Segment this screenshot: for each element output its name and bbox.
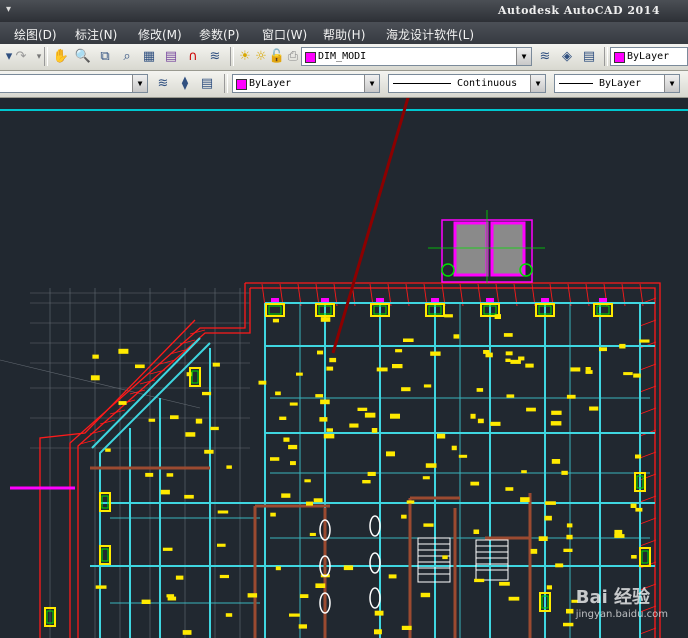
- chevron-down-icon[interactable]: ▼: [530, 75, 545, 92]
- lineweight-sample: [559, 83, 593, 84]
- zoom-window-icon[interactable]: ⧉: [96, 48, 114, 66]
- chevron-down-icon[interactable]: ▼: [132, 75, 147, 92]
- menu-help[interactable]: 帮助(H): [323, 26, 365, 43]
- chevron-down-icon[interactable]: ▼: [664, 75, 679, 92]
- toolbar-separator: [44, 47, 48, 66]
- menu-hailong-software[interactable]: 海龙设计软件(L): [386, 26, 474, 43]
- color-swatch: [614, 52, 625, 63]
- menu-parametric[interactable]: 参数(P): [199, 26, 240, 43]
- menu-modify[interactable]: 修改(M): [138, 26, 182, 43]
- canvas-background: [0, 98, 688, 638]
- linetype-sample: [393, 83, 451, 84]
- quick-access-dropdown-icon[interactable]: ▾: [6, 4, 11, 15]
- layer-walk-icon[interactable]: ≋: [154, 75, 172, 93]
- watermark-url: jingyan.baidu.com: [575, 609, 668, 620]
- app-title: Autodesk AutoCAD 2014: [497, 4, 660, 17]
- menu-window[interactable]: 窗口(W): [262, 26, 307, 43]
- toolbar-standard-layers: ▾ ↷ ▾ ✋ 🔍 ⧉ ⌕ ▦ ▤ ∩ ≋ ☀ ☼ 🔓 ⎙ DIM_MODI ▼…: [0, 44, 688, 71]
- color-select[interactable]: ByLayer ▼: [232, 74, 380, 93]
- layer-previous-icon[interactable]: ◈: [558, 48, 576, 66]
- make-layer-current-icon[interactable]: ≋: [536, 48, 554, 66]
- lineweight-select[interactable]: ByLayer ▼: [554, 74, 680, 93]
- drawing-canvas[interactable]: [0, 98, 688, 638]
- chevron-down-icon[interactable]: ▼: [364, 75, 379, 92]
- linetype-select[interactable]: Continuous ▼: [388, 74, 546, 93]
- chevron-down-icon[interactable]: ▼: [516, 48, 531, 65]
- color-swatch: [236, 79, 247, 90]
- color-select-top[interactable]: ByLayer: [610, 47, 688, 66]
- linetype-select-value: Continuous: [457, 78, 518, 89]
- style-select[interactable]: ▼: [0, 74, 148, 93]
- layer-manager-icon[interactable]: ▤: [580, 48, 598, 66]
- menu-draw[interactable]: 绘图(D): [14, 26, 57, 43]
- layer-select-value: DIM_MODI: [318, 51, 367, 62]
- watermark-brand: Bai 经验: [575, 587, 651, 608]
- watermark: Bai 经验 jingyan.baidu.com: [576, 583, 668, 620]
- layer-isolate-icon[interactable]: ⧫: [176, 75, 194, 93]
- redo-icon[interactable]: ↷: [12, 48, 30, 66]
- layer-color-swatch: [305, 52, 316, 63]
- title-bar: ▾ Autodesk AutoCAD 2014: [0, 0, 688, 22]
- color-select-value: ByLayer: [249, 78, 292, 89]
- toolbar-separator: [604, 47, 608, 66]
- zoom-realtime-icon[interactable]: 🔍: [74, 48, 92, 66]
- toolbar-separator: [224, 74, 228, 93]
- properties-icon[interactable]: ▦: [140, 48, 158, 66]
- layer-plot-icon[interactable]: ⎙: [284, 48, 302, 66]
- toolbar-separator: [230, 47, 234, 66]
- menu-bar: 绘图(D) 标注(N) 修改(M) 参数(P) 窗口(W) 帮助(H) 海龙设计…: [0, 22, 688, 44]
- zoom-previous-icon[interactable]: ⌕: [118, 48, 136, 66]
- design-center-icon[interactable]: ▤: [162, 48, 180, 66]
- layer-select[interactable]: DIM_MODI ▼: [301, 47, 532, 66]
- pan-icon[interactable]: ✋: [52, 48, 70, 66]
- menu-dimension[interactable]: 标注(N): [75, 26, 117, 43]
- layer-states-icon[interactable]: ≋: [206, 48, 224, 66]
- match-properties-icon[interactable]: ∩: [184, 48, 202, 66]
- color-select-top-value: ByLayer: [627, 51, 670, 62]
- toolbar-properties: ▼ ≋ ⧫ ▤ ByLayer ▼ Continuous ▼ ByLayer ▼: [0, 71, 688, 98]
- layer-unisolate-icon[interactable]: ▤: [198, 75, 216, 93]
- lineweight-select-value: ByLayer: [599, 78, 642, 89]
